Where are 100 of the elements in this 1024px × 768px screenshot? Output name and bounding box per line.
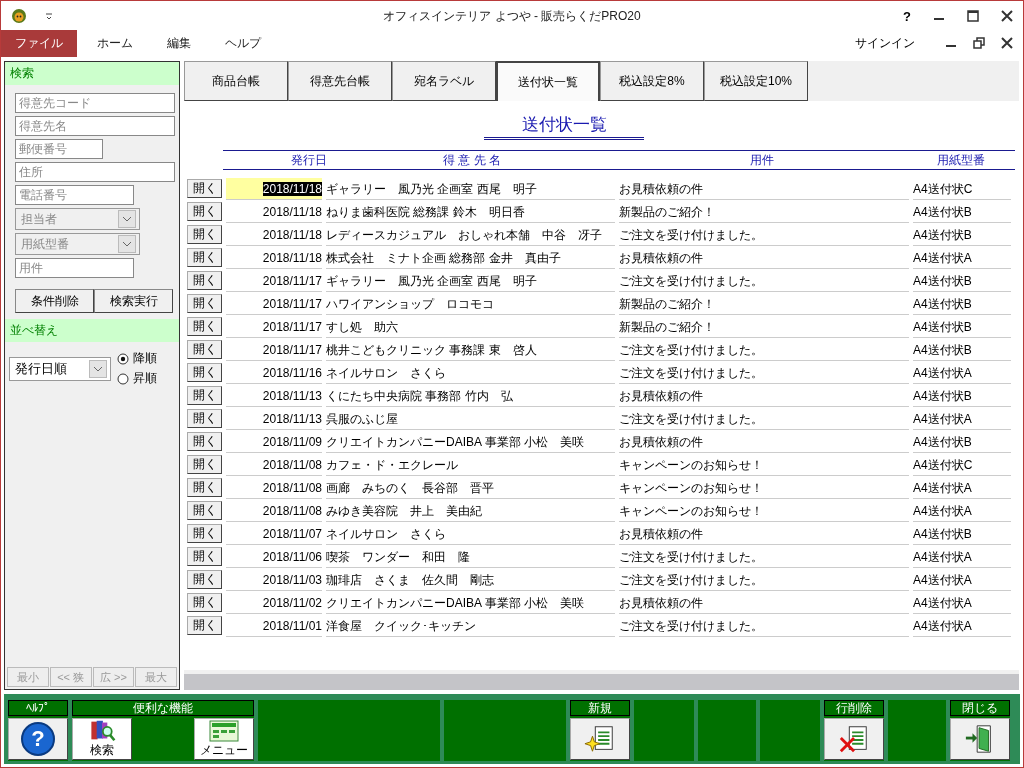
close-icon[interactable] (1001, 37, 1013, 49)
tab[interactable]: 税込設定8% (600, 61, 704, 101)
input-field[interactable]: 住所 (15, 162, 175, 182)
table-cell: A4送付状B (913, 292, 1011, 315)
input-field[interactable]: 得意先名 (15, 116, 175, 136)
date-cell: 2018/11/18 (226, 223, 322, 246)
open-button[interactable]: 開く (187, 478, 222, 497)
input-field[interactable]: 得意先コード (15, 93, 175, 113)
table-cell: キャンペーンのお知らせ！ (619, 499, 909, 522)
table-cell: 新製品のご紹介！ (619, 200, 909, 223)
section-header: 検索 (5, 62, 179, 85)
empty-panel (760, 700, 820, 761)
table-cell: A4送付状A (913, 568, 1011, 591)
sort-dropdown[interactable]: 発行日順 (9, 356, 111, 381)
new-document-icon (584, 723, 616, 755)
section-header: 並べ替え (5, 319, 179, 342)
date-cell: 2018/11/13 (226, 407, 322, 430)
table-cell: キャンペーンのお知らせ！ (619, 476, 909, 499)
scroll-bar[interactable] (184, 674, 1019, 690)
toolbar-button[interactable]: ? (8, 718, 68, 760)
toolbar-button[interactable] (824, 718, 884, 760)
tab[interactable]: 得意先台帳 (288, 61, 392, 101)
open-button[interactable]: 開く (187, 570, 222, 589)
table-cell: レディースカジュアル おしゃれ本舗 中谷 冴子 (326, 223, 615, 246)
table-cell: A4送付状B (913, 430, 1011, 453)
radio-option[interactable]: 昇順 (117, 370, 157, 387)
table-cell: お見積依頼の件 (619, 430, 909, 453)
input-field[interactable]: 用件 (15, 258, 134, 278)
radio-option[interactable]: 降順 (117, 350, 157, 367)
restore-icon[interactable] (973, 37, 985, 49)
close-icon[interactable] (1001, 10, 1013, 22)
menu-item[interactable]: ホーム (83, 29, 147, 57)
table-cell: A4送付状B (913, 315, 1011, 338)
help-button[interactable]: ? (903, 8, 911, 24)
open-button[interactable]: 開く (187, 271, 222, 290)
open-button[interactable]: 開く (187, 248, 222, 267)
open-button[interactable]: 開く (187, 225, 222, 244)
menu-item[interactable]: 編集 (153, 29, 205, 57)
table-cell: A4送付状A (913, 614, 1011, 637)
open-button[interactable]: 開く (187, 317, 222, 336)
search-button[interactable]: 検索実行 (94, 289, 173, 313)
empty-panel (888, 700, 946, 761)
menu-item[interactable]: ファイル (1, 29, 77, 57)
column-header: 用件 (749, 151, 775, 169)
open-button[interactable]: 開く (187, 616, 222, 635)
toolbar-button[interactable] (950, 718, 1010, 760)
table-cell: 喫茶 ワンダー 和田 隆 (326, 545, 615, 568)
tab[interactable]: 商品台帳 (184, 61, 288, 101)
open-button[interactable]: 開く (187, 363, 222, 382)
date-cell: 2018/11/18 (226, 200, 322, 223)
input-field[interactable]: 郵便番号 (15, 139, 103, 159)
screen-icon (209, 719, 239, 742)
input-field[interactable]: 電話番号 (15, 185, 134, 205)
open-button[interactable]: 開く (187, 386, 222, 405)
app-logo-icon (11, 8, 27, 24)
table-cell: くにたち中央病院 事務部 竹内 弘 (326, 384, 615, 407)
menu-item[interactable]: ヘルプ (211, 29, 275, 57)
table-cell: A4送付状A (913, 545, 1011, 568)
table-cell: ネイルサロン さくら (326, 522, 615, 545)
group-label: ﾍﾙﾌﾟ (8, 700, 68, 716)
toolbar-button[interactable]: メニュー (194, 718, 254, 760)
sign-in-link[interactable]: サインイン (855, 34, 915, 52)
open-button[interactable]: 開く (187, 455, 222, 474)
open-button[interactable]: 開く (187, 524, 222, 543)
table-cell: ご注文を受け付けました。 (619, 545, 909, 568)
toolbar-button[interactable] (570, 718, 630, 760)
table-cell: クリエイトカンパニーDAIBA 事業部 小松 美咲 (326, 591, 615, 614)
tab[interactable]: 税込設定10% (704, 61, 808, 101)
open-button[interactable]: 開く (187, 409, 222, 428)
date-cell: 2018/11/08 (226, 476, 322, 499)
table-cell: A4送付状C (913, 177, 1011, 200)
tab[interactable]: 宛名ラベル (392, 61, 496, 101)
table-cell: 新製品のご紹介！ (619, 292, 909, 315)
table-cell: A4送付状C (913, 453, 1011, 476)
maximize-icon[interactable] (967, 10, 979, 22)
table-cell: 桃井こどもクリニック 事務課 東 啓人 (326, 338, 615, 361)
table-cell: A4送付状A (913, 407, 1011, 430)
table-cell: お見積依頼の件 (619, 522, 909, 545)
table-cell: A4送付状A (913, 246, 1011, 269)
search-button[interactable]: 条件削除 (15, 289, 94, 313)
open-button[interactable]: 開く (187, 547, 222, 566)
open-button[interactable]: 開く (187, 294, 222, 313)
open-button[interactable]: 開く (187, 432, 222, 451)
open-button[interactable]: 開く (187, 202, 222, 221)
table-cell: ご注文を受け付けました。 (619, 223, 909, 246)
table-cell: お見積依頼の件 (619, 177, 909, 200)
date-cell: 2018/11/16 (226, 361, 322, 384)
column-header: 得 意 先 名 (442, 151, 502, 169)
date-cell: 2018/11/01 (226, 614, 322, 637)
table-cell: ハワイアンショップ ロコモコ (326, 292, 615, 315)
tab[interactable]: 送付状一覧 (496, 61, 600, 101)
open-button[interactable]: 開く (187, 501, 222, 520)
empty-panel (634, 700, 694, 761)
group-label: 閉じる (950, 700, 1010, 716)
toolbar-button[interactable]: 検索 (72, 718, 132, 760)
open-button[interactable]: 開く (187, 179, 222, 198)
open-button[interactable]: 開く (187, 340, 222, 359)
dropdown-arrow-icon[interactable] (45, 12, 53, 20)
open-button[interactable]: 開く (187, 593, 222, 612)
date-cell: 2018/11/08 (226, 453, 322, 476)
